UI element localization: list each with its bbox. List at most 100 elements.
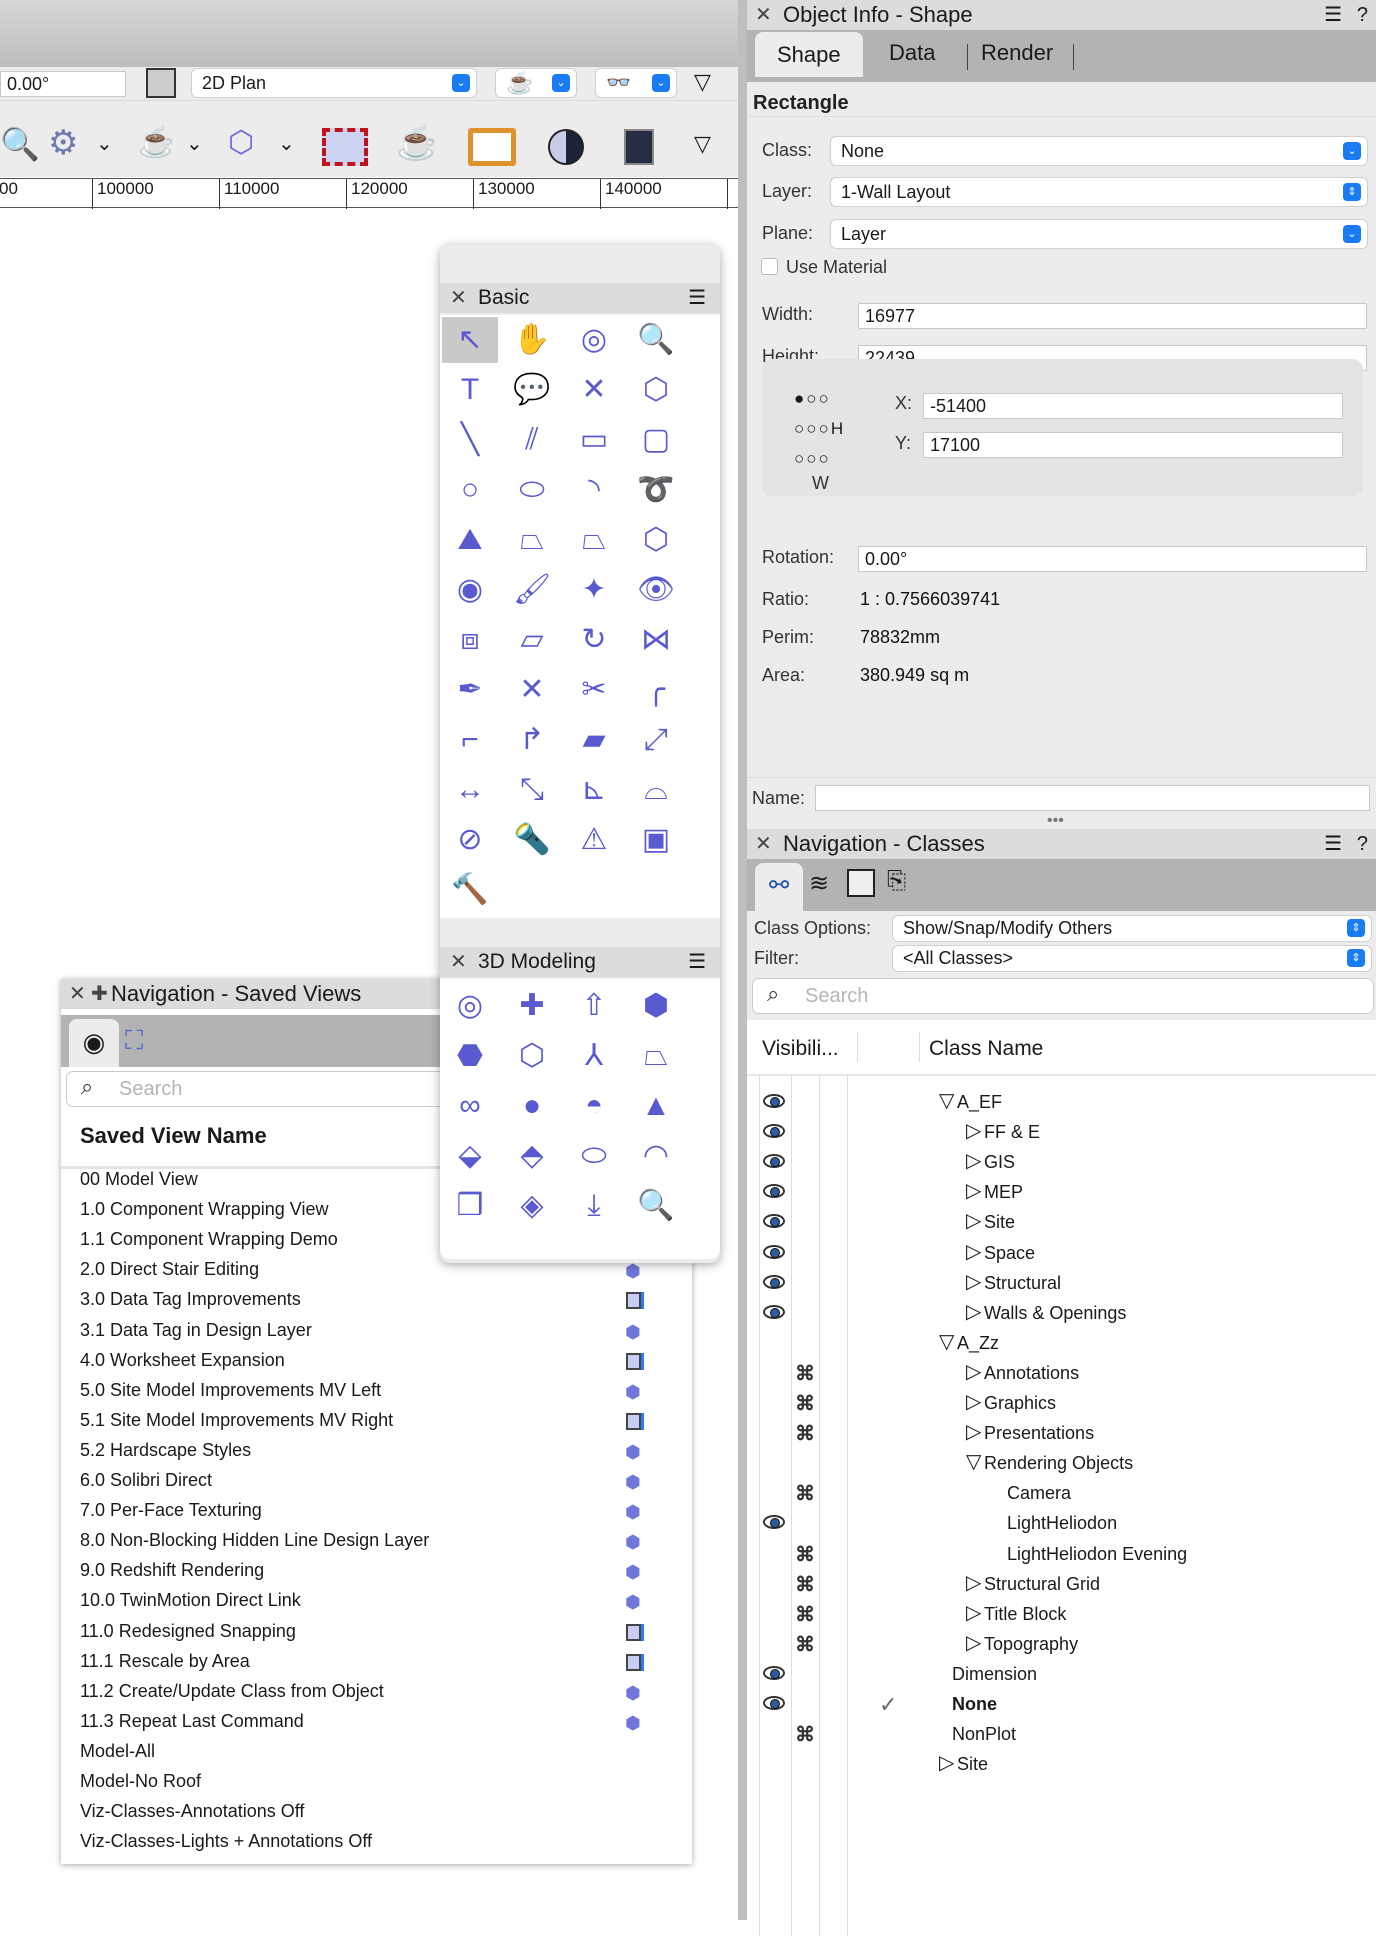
modeling-tool-icon[interactable]: ⬢ (628, 983, 684, 1029)
basic-tool-icon[interactable]: ⛰ (442, 517, 498, 563)
basic-tool-icon[interactable]: ✦ (566, 567, 622, 613)
tab-render[interactable]: Render (981, 40, 1053, 66)
basic-tool-icon[interactable]: ✋ (504, 317, 560, 363)
modeling-tool-icon[interactable]: ⅄ (566, 1033, 622, 1079)
column-header-visibility[interactable]: Visibili... (762, 1037, 839, 1061)
disclosure-closed-icon[interactable]: ▷ (966, 1600, 981, 1625)
half-circle-icon[interactable] (548, 129, 584, 165)
modeling-tool-icon[interactable]: ⇧ (566, 983, 622, 1029)
basic-tool-icon[interactable]: ⋈ (628, 617, 684, 663)
basic-tool-icon[interactable]: ⬭ (504, 467, 560, 513)
class-row[interactable]: ▽ A_EF (747, 1090, 1376, 1118)
basic-tool-icon[interactable]: ⬡ (628, 367, 684, 413)
saved-view-row[interactable]: Viz-Classes-Annotations Off (80, 1801, 680, 1829)
class-row[interactable]: Dimension (747, 1662, 1376, 1690)
name-field[interactable] (815, 785, 1370, 811)
menu-icon[interactable]: ☰ (1324, 829, 1342, 859)
tab-classes-icon[interactable]: ⚯ (755, 863, 803, 911)
class-row[interactable]: ⌘ ▷ Topography (747, 1632, 1376, 1660)
basic-tool-icon[interactable]: ⊾ (566, 767, 622, 813)
visible-eye-icon[interactable] (763, 1154, 785, 1169)
saved-view-row[interactable]: 5.0 Site Model Improvements MV Left ⬢ (80, 1380, 680, 1408)
modeling-tool-icon[interactable]: ✚ (504, 983, 560, 1029)
invisible-x-icon[interactable]: ⌘ (795, 1602, 815, 1627)
saved-view-row[interactable]: 9.0 Redshift Rendering ⬢ (80, 1560, 680, 1588)
panel-splitter[interactable] (738, 0, 747, 1920)
modeling-tool-icon[interactable]: ⬙ (442, 1133, 498, 1179)
basic-tool-icon[interactable]: ⏢ (566, 517, 622, 563)
basic-tool-icon[interactable]: ▣ (628, 817, 684, 863)
basic-tool-icon[interactable]: ⤢ (628, 717, 684, 763)
tab-sheets-icon[interactable] (847, 869, 875, 897)
invisible-x-icon[interactable]: ⌘ (795, 1421, 815, 1446)
class-row[interactable]: ⌘ NonPlot (747, 1722, 1376, 1750)
chevron-down-icon[interactable]: ⌄ (278, 131, 295, 156)
disclosure-closed-icon[interactable]: ▷ (966, 1208, 981, 1233)
frame-eye-icon[interactable] (468, 128, 516, 166)
saved-view-row[interactable]: 7.0 Per-Face Texturing ⬢ (80, 1500, 680, 1528)
view-select[interactable]: 2D Plan ⌄ (192, 69, 476, 97)
disclosure-closed-icon[interactable]: ▷ (966, 1419, 981, 1444)
plane-select[interactable]: Layer ⌄ (831, 220, 1367, 248)
disclosure-closed-icon[interactable]: ▷ (966, 1389, 981, 1414)
basic-tool-icon[interactable]: ╭ (628, 667, 684, 713)
basic-tool-icon[interactable]: T (442, 367, 498, 413)
magnifier-icon[interactable]: 🔍 (0, 125, 40, 163)
modeling-tool-icon[interactable]: ⬡ (504, 1033, 560, 1079)
visible-eye-icon[interactable] (763, 1214, 785, 1229)
class-row[interactable]: ▷ Structural (747, 1271, 1376, 1299)
modeling-tool-icon[interactable]: ▲ (628, 1083, 684, 1129)
basic-tool-icon[interactable]: 🖌 (504, 567, 560, 613)
basic-tool-icon[interactable]: ✕ (566, 367, 622, 413)
disclosure-open-icon[interactable]: ▽ (939, 1329, 954, 1354)
visible-eye-icon[interactable] (763, 1696, 785, 1710)
tab-layers-icon[interactable]: ≋ (809, 869, 829, 898)
visible-eye-icon[interactable] (763, 1244, 785, 1259)
basic-tool-icon[interactable]: ◎ (566, 317, 622, 363)
saved-view-row[interactable]: Viz-Classes-Lights + Annotations Off (80, 1831, 680, 1859)
modeling-tool-icon[interactable]: ◎ (442, 983, 498, 1029)
help-icon[interactable]: ? (1357, 0, 1368, 30)
basic-tool-icon[interactable]: 🔨 (442, 867, 498, 913)
class-row[interactable]: ▷ Site (747, 1210, 1376, 1238)
saved-view-row[interactable]: 11.2 Create/Update Class from Object ⬢ (80, 1681, 680, 1709)
class-row[interactable]: ⌘ LightHeliodon Evening (747, 1542, 1376, 1570)
basic-tool-icon[interactable]: ⊘ (442, 817, 498, 863)
class-row[interactable]: ⌘ ▷ Title Block (747, 1602, 1376, 1630)
saved-view-row[interactable]: 11.1 Rescale by Area (80, 1651, 680, 1679)
basic-tool-icon[interactable]: ▱ (504, 617, 560, 663)
invisible-x-icon[interactable]: ⌘ (795, 1542, 815, 1567)
column-header-class-name[interactable]: Class Name (929, 1037, 1043, 1061)
disclosure-closed-icon[interactable]: ▷ (966, 1118, 981, 1143)
modeling-tool-icon[interactable]: ◈ (504, 1183, 560, 1229)
menu-icon[interactable]: ☰ (688, 947, 706, 977)
saved-view-row[interactable]: 6.0 Solibri Direct ⬢ (80, 1470, 680, 1498)
modeling-tool-icon[interactable]: ⬣ (442, 1033, 498, 1079)
class-row[interactable]: LightHeliodon (747, 1511, 1376, 1539)
saved-view-row[interactable]: Model-All (80, 1741, 680, 1769)
basic-tool-icon[interactable]: 👁 (628, 567, 684, 613)
basic-tool-icon[interactable]: ⧈ (442, 617, 498, 663)
class-row[interactable]: ▷ Site (747, 1752, 1376, 1780)
basic-tool-icon[interactable]: ↖ (442, 317, 498, 363)
layers-grid-icon[interactable] (146, 68, 176, 98)
door-icon[interactable] (624, 129, 654, 165)
saved-view-row[interactable]: 11.3 Repeat Last Command ⬢ (80, 1711, 680, 1739)
class-row[interactable]: ⌘ ▷ Graphics (747, 1391, 1376, 1419)
saved-view-row[interactable]: 5.2 Hardscape Styles ⬢ (80, 1440, 680, 1468)
basic-tool-icon[interactable]: ⌐ (442, 717, 498, 763)
visible-eye-icon[interactable] (763, 1124, 785, 1139)
close-icon[interactable]: ✕ (755, 0, 772, 30)
nav-classes-header[interactable]: ✕ Navigation - Classes ☰? (747, 829, 1376, 859)
saved-view-row[interactable]: 11.0 Redesigned Snapping (80, 1621, 680, 1649)
basic-tool-icon[interactable]: ↱ (504, 717, 560, 763)
stereo-select[interactable]: 👓 ⌄ (596, 69, 676, 97)
saved-view-row[interactable]: 5.1 Site Model Improvements MV Right (80, 1410, 680, 1438)
modeling-tool-icon[interactable]: ● (504, 1083, 560, 1129)
basic-tool-icon[interactable]: ⚠ (566, 817, 622, 863)
shape-link-icon[interactable]: ⬡ (228, 125, 254, 160)
disclosure-closed-icon[interactable]: ▷ (966, 1630, 981, 1655)
tab-data[interactable]: Data (889, 40, 935, 66)
layer-select[interactable]: 1-Wall Layout ⇕ (831, 178, 1367, 206)
menu-icon[interactable]: ☰ (1324, 0, 1342, 30)
